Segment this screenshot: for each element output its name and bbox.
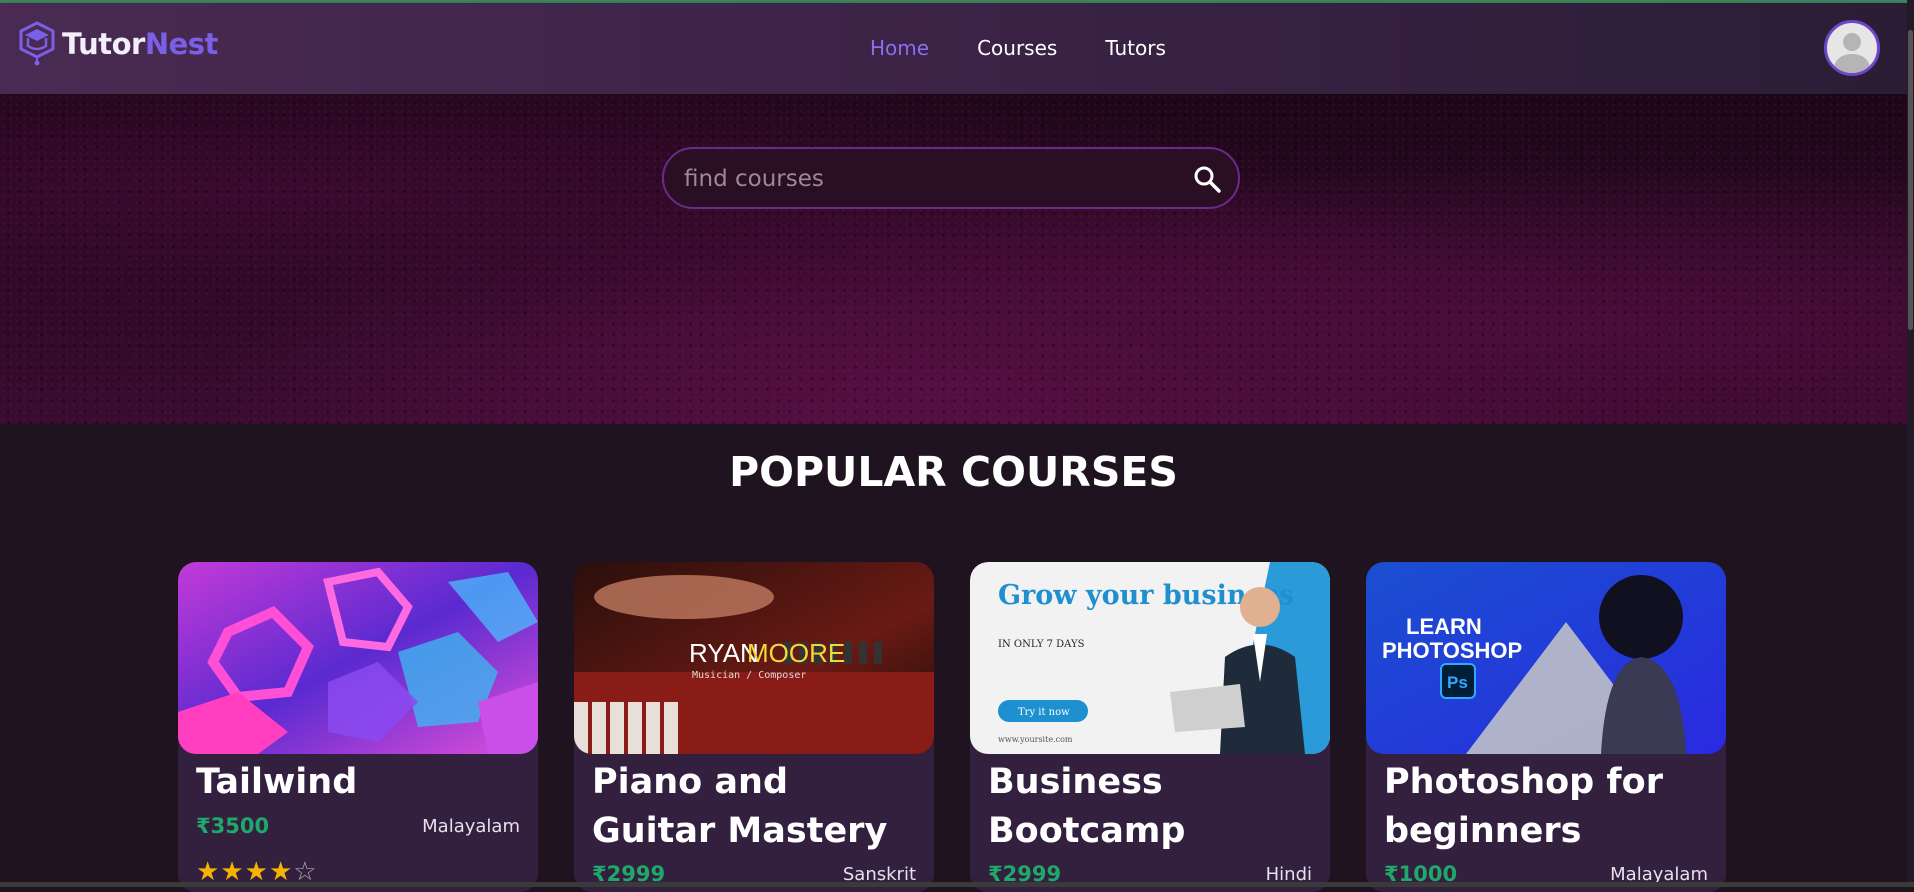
course-image-business: Grow your business IN ONLY 7 DAYS Try it… <box>970 562 1330 754</box>
search-input[interactable] <box>682 149 1166 209</box>
user-avatar[interactable] <box>1824 20 1880 76</box>
image-sub: IN ONLY 7 DAYS <box>998 639 1085 650</box>
scrollbar-thumb[interactable] <box>1908 30 1913 330</box>
brand-name-part2: Nest <box>144 27 219 61</box>
course-title: Piano and Guitar Mastery <box>592 762 888 851</box>
section-title: POPULAR COURSES <box>729 448 1178 496</box>
image-headline1: LEARN <box>1406 614 1482 639</box>
image-ps-badge: Ps <box>1447 673 1468 692</box>
image-name-last: MOORE <box>747 638 845 668</box>
search-icon[interactable] <box>1192 164 1222 194</box>
course-card-business[interactable]: Grow your business IN ONLY 7 DAYS Try it… <box>970 562 1330 892</box>
course-title: Business Bootcamp <box>988 762 1186 851</box>
image-subtitle: Musician / Composer <box>692 670 806 681</box>
bottom-bar <box>0 882 1914 887</box>
course-title: Tailwind <box>196 762 358 802</box>
image-headline2: PHOTOSHOP <box>1382 638 1522 663</box>
user-icon <box>1833 33 1871 73</box>
nav-tutors[interactable]: Tutors <box>1105 36 1166 60</box>
course-image-piano: RYAN MOORE Musician / Composer <box>574 562 934 754</box>
nav-home[interactable]: Home <box>870 36 929 60</box>
course-card-piano[interactable]: RYAN MOORE Musician / Composer Piano and… <box>574 562 934 892</box>
course-image-photoshop: LEARN PHOTOSHOP Ps <box>1366 562 1726 754</box>
brand-name: TutorNest <box>62 27 218 61</box>
course-price: ₹3500 <box>196 814 270 838</box>
search-bar <box>662 147 1240 209</box>
course-card-photoshop[interactable]: LEARN PHOTOSHOP Ps Photoshop for beginne… <box>1366 562 1726 892</box>
brand-name-part1: Tutor <box>62 27 145 61</box>
graduation-cap-icon <box>19 21 55 66</box>
course-language: Malayalam <box>422 816 520 837</box>
image-button: Try it now <box>1018 707 1070 718</box>
main-nav: Home Courses Tutors <box>870 36 1166 60</box>
course-image-tailwind <box>178 562 538 754</box>
nav-courses[interactable]: Courses <box>977 36 1057 60</box>
navbar: TutorNest Home Courses Tutors <box>0 3 1907 94</box>
course-title: Photoshop for beginners <box>1384 762 1663 851</box>
image-url: www.yoursite.com <box>998 735 1073 744</box>
course-card-tailwind[interactable]: Tailwind ₹3500 Malayalam ★★★★☆ <box>178 562 538 892</box>
logo[interactable]: TutorNest <box>18 21 218 67</box>
hero-banner <box>0 94 1907 424</box>
